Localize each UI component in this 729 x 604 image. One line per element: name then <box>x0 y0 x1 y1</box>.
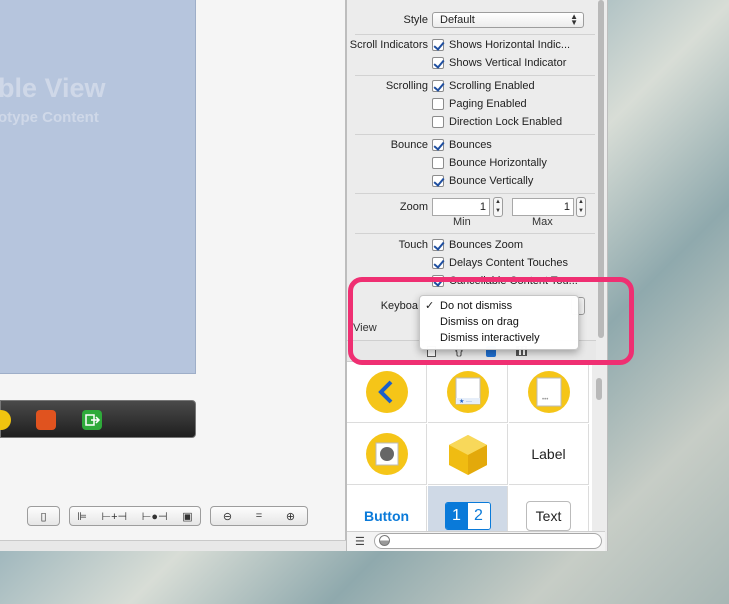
zoom-in-icon[interactable]: ⊕ <box>286 510 295 523</box>
resizing-icon[interactable]: ▣ <box>182 510 192 523</box>
zoom-min-field[interactable]: 1 <box>432 198 490 216</box>
separator <box>355 193 595 194</box>
object-library-grid: ★ ··· ••• Label Button 1 2 Text <box>347 362 592 532</box>
bounces-checkbox[interactable] <box>432 139 444 151</box>
direction-lock-label: Direction Lock Enabled <box>449 116 563 128</box>
paging-enabled-checkbox[interactable] <box>432 98 444 110</box>
delays-content-touches-checkbox[interactable] <box>432 257 444 269</box>
bounce-horizontally-label: Bounce Horizontally <box>449 157 547 169</box>
table-view-subtitle: otype Content <box>0 109 99 126</box>
scrolling-enabled-label: Scrolling Enabled <box>449 80 535 92</box>
view-controller-cube-icon[interactable] <box>36 410 56 430</box>
separator <box>355 75 595 76</box>
library-scrollbar[interactable] <box>596 378 602 400</box>
yellow-cube-icon <box>448 435 487 475</box>
zoom-min-caption: Min <box>453 216 471 228</box>
bounces-zoom-checkbox[interactable] <box>432 239 444 251</box>
device-icon: ▯ <box>40 510 47 523</box>
svg-text:•••: ••• <box>542 397 548 403</box>
first-responder-icon[interactable] <box>0 410 11 430</box>
bounce-horizontally-checkbox[interactable] <box>432 157 444 169</box>
shows-horizontal-label: Shows Horizontal Indic... <box>449 39 571 51</box>
paging-enabled-label: Paging Enabled <box>449 98 527 110</box>
scrolling-enabled-checkbox[interactable] <box>432 80 444 92</box>
delays-content-touches-label: Delays Content Touches <box>449 257 569 269</box>
device-toggle-button[interactable]: ▯ <box>27 506 60 526</box>
scrolling-label: Scrolling <box>385 80 428 92</box>
list-view-icon[interactable]: ☰ <box>355 535 365 548</box>
table-view-title: ble View <box>0 73 106 103</box>
style-value: Default <box>440 14 475 26</box>
shows-horizontal-checkbox[interactable] <box>432 39 444 51</box>
zoom-max-stepper[interactable]: ▲ ▼ <box>576 197 586 217</box>
filter-icon <box>379 535 390 546</box>
align-pin-controls[interactable]: ⊫ ⊢+⊣ ⊢●⊣ ▣ <box>69 506 201 526</box>
segmented-control-object[interactable]: 1 2 <box>428 486 508 532</box>
sphere-icon <box>365 433 408 475</box>
segment-2: 2 <box>467 503 490 529</box>
resolve-icon[interactable]: ⊢●⊣ <box>142 510 168 523</box>
touch-label: Touch <box>398 239 428 251</box>
zoom-label: Zoom <box>399 201 428 213</box>
segmented-control-preview: 1 2 <box>444 502 491 530</box>
tab-bar-controller-object[interactable]: ★ ··· <box>428 362 508 423</box>
separator <box>355 233 595 234</box>
segment-1: 1 <box>445 503 468 529</box>
bounces-zoom-label: Bounces Zoom <box>449 239 523 251</box>
separator <box>355 34 595 35</box>
zoom-min-stepper[interactable]: ▲ ▼ <box>493 197 503 217</box>
zoom-out-icon[interactable]: ⊖ <box>223 510 232 523</box>
exit-icon[interactable] <box>82 410 102 430</box>
editor-bottom-bar <box>0 540 346 551</box>
label-object[interactable]: Label <box>509 424 589 485</box>
back-chevron-icon <box>365 371 408 413</box>
zoom-controls[interactable]: ⊖ = ⊕ <box>210 506 308 526</box>
scene-dock <box>0 400 196 438</box>
zoom-max-field[interactable]: 1 <box>512 198 574 216</box>
page-view-icon: ••• <box>527 371 570 413</box>
style-label: Style <box>403 14 428 26</box>
glkit-view-controller-object[interactable] <box>347 424 427 485</box>
tab-bar-icon: ★ ··· <box>446 371 489 413</box>
table-view-canvas[interactable]: ble View otype Content <box>0 0 196 374</box>
scroll-indicators-label: Scroll Indicators <box>349 39 428 51</box>
navigation-controller-object[interactable] <box>347 362 427 423</box>
library-filter-field[interactable] <box>374 533 602 549</box>
button-object[interactable]: Button <box>347 486 427 532</box>
text-field-preview: Text <box>525 501 572 531</box>
page-view-controller-object[interactable]: ••• <box>509 362 589 423</box>
highlight-annotation <box>348 277 634 365</box>
separator <box>355 134 595 135</box>
bounces-label: Bounces <box>449 139 492 151</box>
bounce-vertically-checkbox[interactable] <box>432 175 444 187</box>
style-popup-button[interactable]: Default ▲ ▼ <box>432 12 584 28</box>
align-icon[interactable]: ⊫ <box>77 510 87 523</box>
shows-vertical-label: Shows Vertical Indicator <box>449 57 567 69</box>
svg-text:★ ···: ★ ··· <box>459 398 472 405</box>
bounce-vertically-label: Bounce Vertically <box>449 175 534 187</box>
shows-vertical-checkbox[interactable] <box>432 57 444 69</box>
zoom-actual-icon[interactable]: = <box>256 510 262 522</box>
popup-arrows-icon: ▲ ▼ <box>570 12 578 27</box>
bounce-label: Bounce <box>390 139 428 151</box>
direction-lock-checkbox[interactable] <box>432 116 444 128</box>
text-field-object[interactable]: Text <box>509 486 589 532</box>
pin-icon[interactable]: ⊢+⊣ <box>102 510 128 523</box>
zoom-max-caption: Max <box>532 216 553 228</box>
object-cube-object[interactable] <box>428 424 508 485</box>
